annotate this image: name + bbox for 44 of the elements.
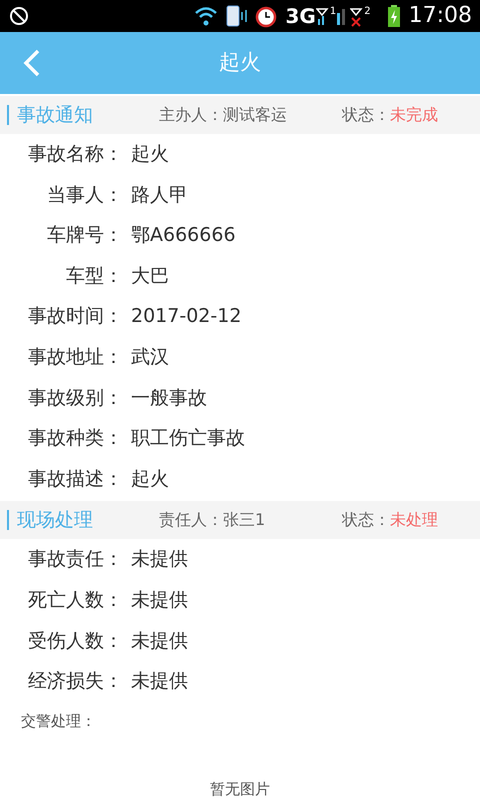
field-value: 起火 xyxy=(131,142,169,168)
sim-label: 1 xyxy=(330,5,336,19)
field-value: 鄂A666666 xyxy=(131,223,236,248)
field-label: 事故描述： xyxy=(27,466,123,492)
field-value: 武汉 xyxy=(131,345,169,370)
field-value: 路人甲 xyxy=(131,182,188,208)
field-value: 职工伤亡事故 xyxy=(131,426,245,452)
section-title: 事故通知 xyxy=(17,102,94,128)
sim-label: 2 xyxy=(364,5,371,19)
field-label: 事故级别： xyxy=(27,386,123,411)
person-text: 责任人：张三1 xyxy=(159,509,266,532)
field-value: 未提供 xyxy=(131,628,188,654)
no-image-text: 暂无图片 xyxy=(210,782,270,797)
status-text: 状态：未处理 xyxy=(342,509,438,532)
field-label: 事故地址： xyxy=(27,345,123,370)
field-label: 死亡人数： xyxy=(27,588,123,613)
field-label: 受伤人数： xyxy=(27,628,123,654)
field-value: 未提供 xyxy=(131,669,188,694)
wifi-icon xyxy=(194,5,218,27)
clock-time: 17:08 xyxy=(408,5,472,27)
field-value: 未提供 xyxy=(131,588,188,613)
alarm-clock-icon xyxy=(254,4,278,28)
field-label: 事故责任： xyxy=(27,547,123,572)
field-value: 2017-02-12 xyxy=(131,304,242,330)
field-label: 车型： xyxy=(65,264,123,289)
battery-icon xyxy=(386,4,401,28)
field-label: 事故时间： xyxy=(27,304,123,330)
section-title: 现场处理 xyxy=(17,508,94,534)
field-value: 大巴 xyxy=(131,264,169,289)
page-title: 起火 xyxy=(219,49,261,76)
field-label: 当事人： xyxy=(46,182,123,208)
person-text: 主办人：测试客运 xyxy=(159,104,288,126)
field-label: 车牌号： xyxy=(46,223,123,248)
police-label: 交警处理： xyxy=(21,711,96,732)
phone-vibrate-icon xyxy=(226,4,250,28)
field-label: 事故种类： xyxy=(27,426,123,452)
status-text: 状态：未完成 xyxy=(342,104,438,126)
field-value: 一般事故 xyxy=(131,386,207,411)
field-label: 经济损失： xyxy=(27,669,123,694)
field-value: 未提供 xyxy=(131,547,188,572)
field-label: 事故名称： xyxy=(27,142,123,168)
field-value: 起火 xyxy=(131,466,169,492)
sync-off-icon xyxy=(8,5,30,27)
network-type: 3G xyxy=(286,6,316,26)
